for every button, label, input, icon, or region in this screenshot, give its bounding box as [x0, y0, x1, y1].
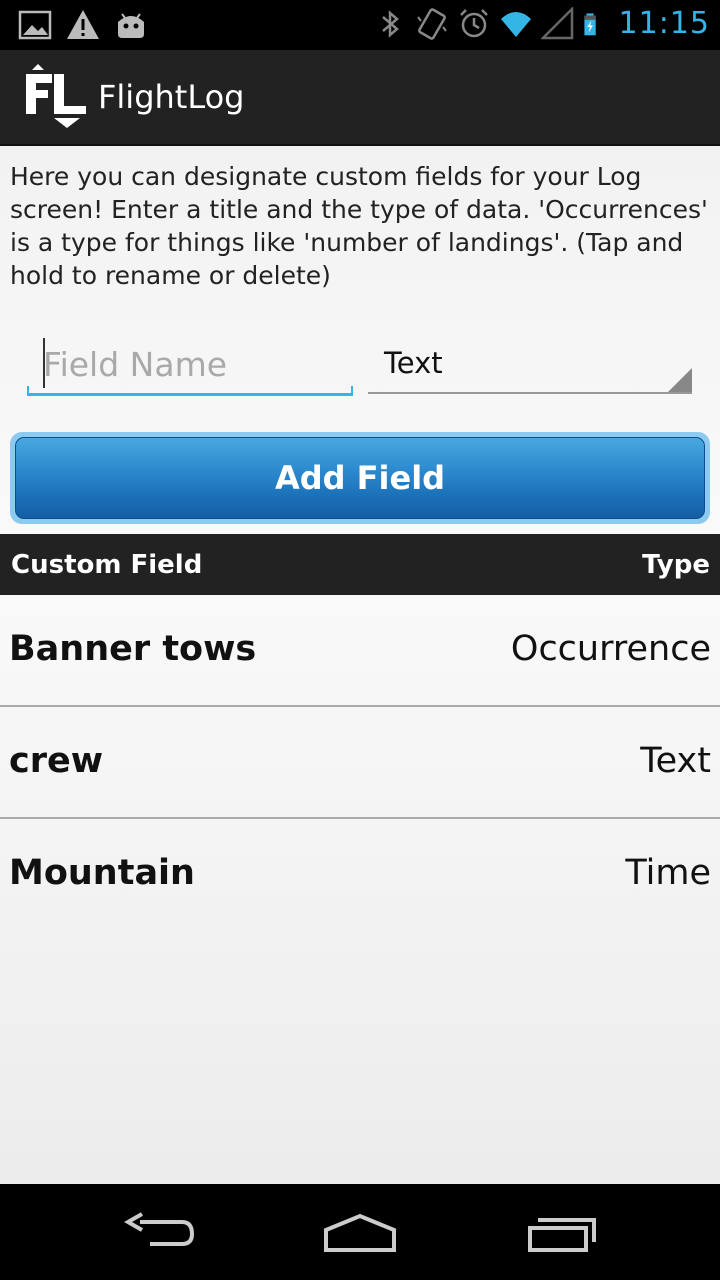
- list-item[interactable]: crew Text: [0, 707, 720, 819]
- header-type: Type: [642, 550, 710, 580]
- field-name: Mountain: [9, 853, 195, 893]
- field-name-input[interactable]: [43, 340, 343, 388]
- type-spinner[interactable]: Text: [368, 336, 692, 394]
- header-custom-field: Custom Field: [11, 550, 203, 580]
- table-header: Custom Field Type: [0, 534, 720, 595]
- navigation-bar: [0, 1184, 720, 1280]
- home-icon[interactable]: [320, 1208, 400, 1256]
- warning-icon: [67, 10, 99, 39]
- back-icon[interactable]: [120, 1208, 200, 1256]
- intro-text: Here you can designate custom fields for…: [10, 162, 708, 290]
- list-item[interactable]: Mountain Time: [0, 819, 720, 931]
- flightlog-logo-icon[interactable]: [22, 64, 90, 132]
- text-cursor: [43, 338, 45, 388]
- status-bar: 11:15: [0, 0, 720, 50]
- custom-fields-list: Banner tows Occurrence crew Text Mountai…: [0, 595, 720, 931]
- app-title: FlightLog: [98, 78, 245, 116]
- field-name: Banner tows: [9, 629, 257, 669]
- action-bar: FlightLog: [0, 50, 720, 146]
- battery-charging-icon: [583, 12, 596, 35]
- spinner-arrow-icon: [668, 368, 692, 392]
- type-spinner-value: Text: [384, 346, 443, 380]
- field-name-input-container[interactable]: [27, 334, 353, 396]
- signal-icon: [540, 6, 573, 39]
- list-item[interactable]: Banner tows Occurrence: [0, 595, 720, 707]
- image-icon: [18, 10, 52, 40]
- android-icon: [118, 13, 144, 38]
- alarm-icon: [459, 8, 488, 37]
- vibrate-icon: [416, 7, 447, 40]
- field-name: crew: [9, 741, 104, 781]
- recent-apps-icon[interactable]: [522, 1208, 602, 1256]
- field-type: Text: [640, 741, 711, 781]
- field-type: Occurrence: [510, 629, 711, 669]
- status-clock: 11:15: [618, 6, 710, 41]
- field-type: Time: [625, 853, 711, 893]
- custom-fields-screen: Here you can designate custom fields for…: [0, 146, 720, 1184]
- bluetooth-icon: [381, 9, 399, 38]
- add-field-button[interactable]: Add Field: [10, 432, 710, 524]
- wifi-icon: [500, 11, 531, 37]
- add-field-button-label: Add Field: [15, 437, 705, 519]
